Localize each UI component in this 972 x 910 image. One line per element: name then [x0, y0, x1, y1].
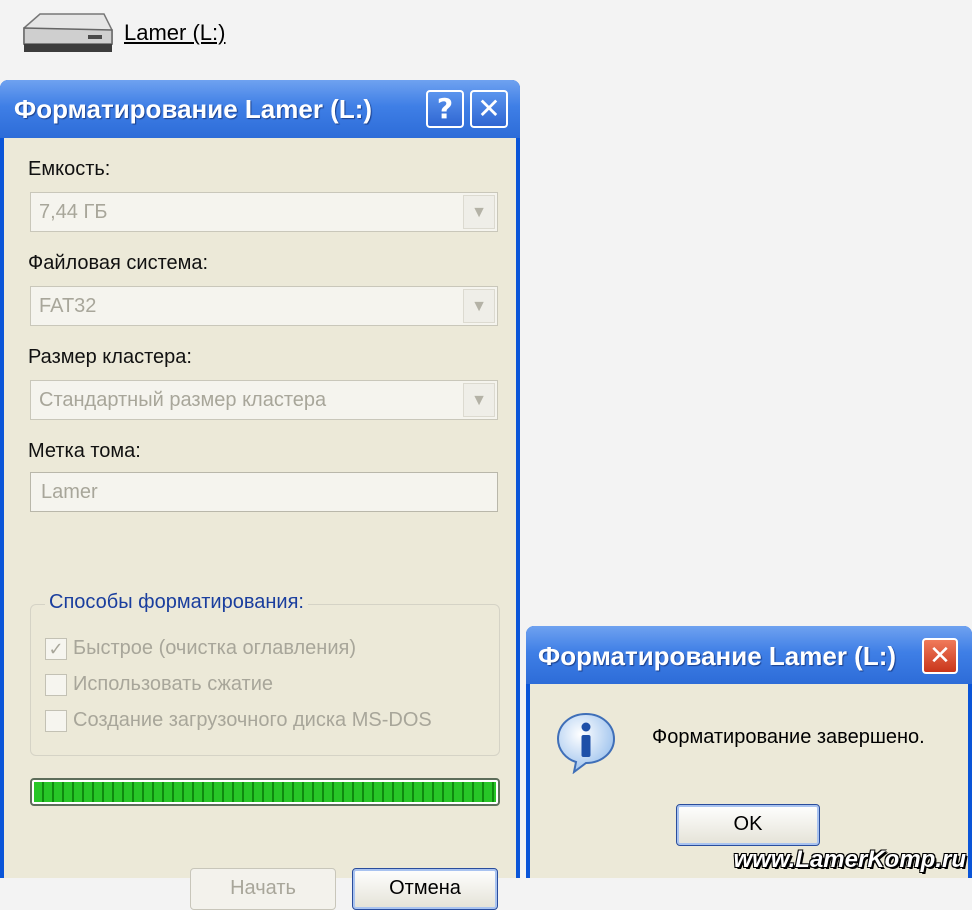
chevron-down-icon[interactable]: ▼: [463, 289, 495, 323]
msdos-boot-option[interactable]: Создание загрузочного диска MS-DOS: [45, 709, 432, 732]
capacity-value: 7,44 ГБ: [39, 201, 108, 223]
drive-link[interactable]: Lamer (L:): [18, 10, 225, 56]
cancel-button[interactable]: Отмена: [352, 868, 498, 910]
format-dialog: Форматирование Lamer (L:) ? ✕ Емкость: 7…: [0, 80, 520, 910]
format-dialog-title: Форматирование Lamer (L:): [14, 94, 373, 124]
compression-label: Использовать сжатие: [73, 673, 274, 695]
capacity-select[interactable]: 7,44 ГБ ▼: [30, 192, 498, 232]
format-options-group: Способы форматирования: ✓ Быстрое (очист…: [30, 591, 500, 756]
capacity-label: Емкость:: [28, 158, 111, 180]
compression-checkbox[interactable]: [45, 673, 67, 696]
format-dialog-titlebar[interactable]: Форматирование Lamer (L:) ? ✕: [0, 80, 520, 138]
cluster-size-value: Стандартный размер кластера: [39, 389, 327, 411]
compression-option[interactable]: Использовать сжатие: [45, 673, 273, 696]
message-dialog-title: Форматирование Lamer (L:): [538, 641, 897, 671]
quick-format-checkbox[interactable]: ✓: [45, 637, 67, 660]
volume-label-value: Lamer: [41, 481, 98, 503]
cluster-size-select[interactable]: Стандартный размер кластера ▼: [30, 380, 498, 420]
start-button[interactable]: Начать: [190, 868, 336, 910]
message-dialog: Форматирование Lamer (L:) ✕ Форматирован…: [526, 626, 972, 878]
help-button[interactable]: ?: [426, 90, 464, 128]
format-dialog-body: Емкость: 7,44 ГБ ▼ Файловая система: FAT…: [4, 138, 516, 910]
drive-label[interactable]: Lamer (L:): [124, 20, 225, 46]
file-system-value: FAT32: [39, 295, 97, 317]
info-icon: [556, 712, 616, 774]
watermark: www.LamerKomp.ru: [733, 846, 966, 873]
close-button[interactable]: ✕: [470, 90, 508, 128]
message-close-button[interactable]: ✕: [922, 638, 958, 674]
chevron-down-icon[interactable]: ▼: [463, 195, 495, 229]
cluster-size-label: Размер кластера:: [28, 346, 192, 368]
ok-button[interactable]: OK: [676, 804, 820, 846]
format-options-title: Способы форматирования:: [45, 591, 308, 614]
quick-format-label: Быстрое (очистка оглавления): [73, 637, 356, 659]
message-text: Форматирование завершено.: [652, 726, 925, 748]
volume-label-input[interactable]: Lamer: [30, 472, 498, 512]
file-system-select[interactable]: FAT32 ▼: [30, 286, 498, 326]
progress-bar: [30, 778, 500, 806]
drive-icon: [23, 13, 113, 52]
msdos-boot-checkbox[interactable]: [45, 709, 67, 732]
file-system-label: Файловая система:: [28, 252, 209, 274]
message-dialog-titlebar[interactable]: Форматирование Lamer (L:) ✕: [526, 626, 972, 684]
quick-format-option[interactable]: ✓ Быстрое (очистка оглавления): [45, 637, 356, 660]
chevron-down-icon[interactable]: ▼: [463, 383, 495, 417]
msdos-boot-label: Создание загрузочного диска MS-DOS: [73, 709, 432, 731]
volume-label-label: Метка тома:: [28, 440, 141, 462]
progress-fill: [34, 782, 496, 802]
